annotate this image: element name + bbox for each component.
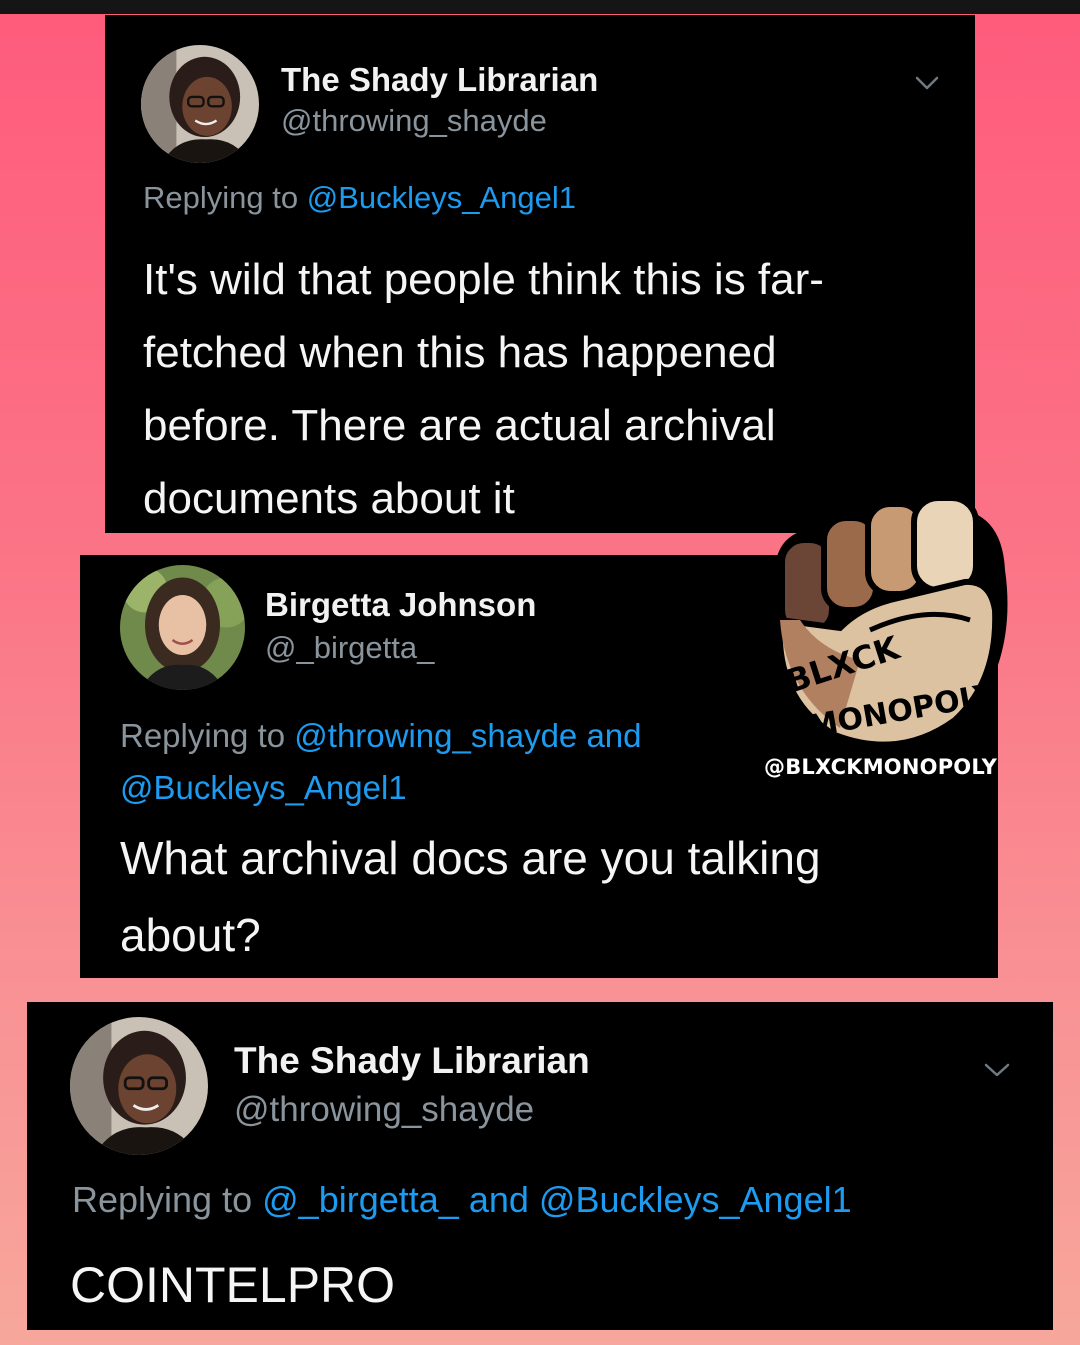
tweet-card: The Shady Librarian @throwing_shayde Rep… [27, 1002, 1053, 1330]
replying-to-label: Replying to [120, 717, 286, 754]
display-name[interactable]: Birgetta Johnson [265, 586, 536, 624]
mention-link[interactable]: @Buckleys_Angel1 [539, 1179, 852, 1220]
tweet-text: COINTELPRO [70, 1257, 396, 1313]
replying-to-line: Replying to @Buckleys_Angel1 [143, 180, 576, 216]
chevron-down-icon[interactable] [913, 73, 941, 93]
tweet-card: The Shady Librarian @throwing_shayde Rep… [105, 15, 975, 533]
user-handle[interactable]: @throwing_shayde [281, 103, 547, 139]
mention-conjunction: and [586, 717, 642, 754]
user-handle[interactable]: @throwing_shayde [234, 1090, 534, 1130]
replying-to-line: Replying to @_birgetta_ and @Buckleys_An… [72, 1179, 852, 1221]
replying-to-label: Replying to [72, 1179, 253, 1220]
display-name[interactable]: The Shady Librarian [281, 61, 598, 99]
raised-fist-graphic: BLXCK MONOPOLY [768, 495, 1008, 753]
mention-link[interactable]: @throwing_shayde [294, 717, 577, 754]
avatar[interactable] [70, 1017, 208, 1155]
mention-link[interactable]: @Buckleys_Angel1 [307, 180, 576, 215]
raised-fist-logo: BLXCK MONOPOLY @BLXCKMONOPOLY [740, 490, 1010, 779]
replying-to-line: Replying to @throwing_shayde and @Buckle… [120, 710, 720, 814]
avatar[interactable] [141, 45, 259, 163]
replying-to-label: Replying to [143, 180, 299, 215]
watermark-handle: @BLXCKMONOPOLY [764, 755, 998, 779]
tweet-text: What archival docs are you talking about… [120, 832, 821, 961]
chevron-down-icon[interactable] [982, 1060, 1012, 1080]
user-handle[interactable]: @_birgetta_ [265, 630, 434, 666]
display-name[interactable]: The Shady Librarian [234, 1040, 590, 1082]
avatar[interactable] [120, 565, 245, 690]
mention-link[interactable]: @Buckleys_Angel1 [120, 769, 407, 806]
mention-conjunction: and [468, 1179, 529, 1220]
top-edge-bar [0, 0, 1080, 14]
mention-link[interactable]: @_birgetta_ [262, 1179, 459, 1220]
